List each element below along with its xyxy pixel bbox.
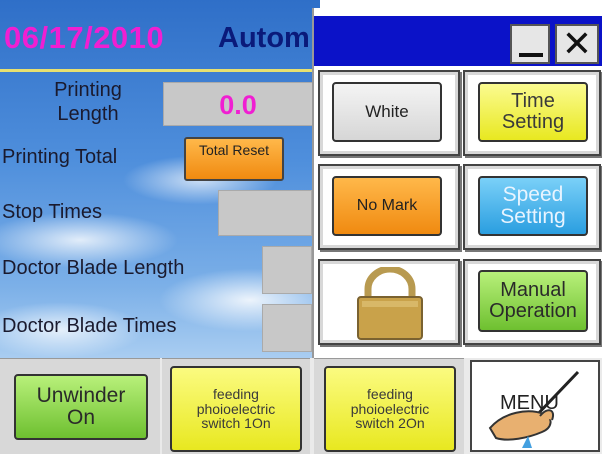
mode-display: Autom bbox=[218, 22, 310, 54]
stop-times-label: Stop Times bbox=[2, 201, 103, 223]
printing-total-label: Printing Total bbox=[2, 146, 118, 168]
speed-setting-button[interactable]: Speed Setting bbox=[478, 176, 588, 236]
stop-times-value bbox=[218, 190, 312, 236]
menu-button[interactable]: MENU bbox=[470, 360, 600, 452]
header-divider bbox=[0, 69, 320, 72]
total-reset-button[interactable]: Total Reset bbox=[184, 137, 284, 181]
doctor-blade-times-label: Doctor Blade Times bbox=[2, 315, 177, 337]
lock-icon[interactable] bbox=[352, 265, 428, 341]
no-mark-button[interactable]: No Mark bbox=[332, 176, 442, 236]
doctor-blade-length-value bbox=[262, 246, 312, 294]
close-icon[interactable]: ✕ bbox=[555, 24, 599, 64]
time-setting-button[interactable]: Time Setting bbox=[478, 82, 588, 142]
doctor-blade-length-label: Doctor Blade Length bbox=[2, 257, 185, 279]
minimize-icon[interactable] bbox=[510, 24, 550, 64]
printing-length-label: Printing Length bbox=[54, 79, 122, 125]
unwinder-on-button[interactable]: Unwinder On bbox=[14, 374, 148, 440]
hand-pen-icon bbox=[488, 370, 580, 448]
manual-operation-button[interactable]: Manual Operation bbox=[478, 270, 588, 332]
white-button[interactable]: White bbox=[332, 82, 442, 142]
doctor-blade-times-value bbox=[262, 304, 312, 352]
date-display: 06/17/2010 bbox=[4, 20, 165, 55]
printing-length-value: 0.0 bbox=[163, 82, 313, 126]
feeding-switch-2-button[interactable]: feeding phoioelectric switch 2On bbox=[324, 366, 456, 452]
feeding-switch-1-button[interactable]: feeding phoioelectric switch 1On bbox=[170, 366, 302, 452]
